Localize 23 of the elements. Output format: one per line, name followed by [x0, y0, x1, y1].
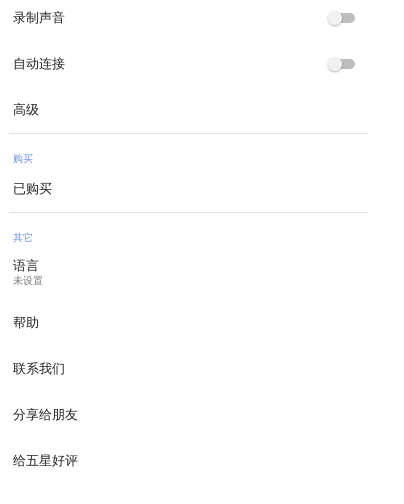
setting-title: 帮助: [13, 314, 40, 332]
setting-row[interactable]: 联系我们: [0, 346, 355, 392]
setting-summary: 未设置: [13, 274, 44, 288]
setting-row[interactable]: 语言 未设置: [0, 245, 355, 300]
setting-title: 高级: [13, 102, 40, 118]
setting-row[interactable]: 录制声音: [0, 0, 355, 41]
setting-title: 联系我们: [13, 360, 66, 378]
section-header: 购买: [13, 154, 33, 166]
section-header: 其它: [13, 233, 33, 245]
setting-title: 语言: [13, 258, 40, 274]
setting-row[interactable]: 已购买: [0, 166, 355, 212]
setting-title: 自动连接: [13, 56, 66, 72]
toggle-switch[interactable]: [328, 11, 355, 25]
setting-row[interactable]: 自动连接: [0, 41, 355, 87]
toggle-switch[interactable]: [328, 57, 355, 71]
setting-row[interactable]: 帮助: [0, 300, 355, 346]
setting-row[interactable]: 分享给朋友: [0, 392, 355, 438]
setting-row[interactable]: 给五星好评: [0, 438, 355, 484]
setting-row[interactable]: 高级: [0, 87, 355, 133]
setting-title: 录制声音: [13, 10, 66, 26]
setting-title: 给五星好评: [13, 452, 79, 470]
setting-title: 分享给朋友: [13, 406, 79, 424]
setting-title: 已购买: [13, 180, 53, 198]
